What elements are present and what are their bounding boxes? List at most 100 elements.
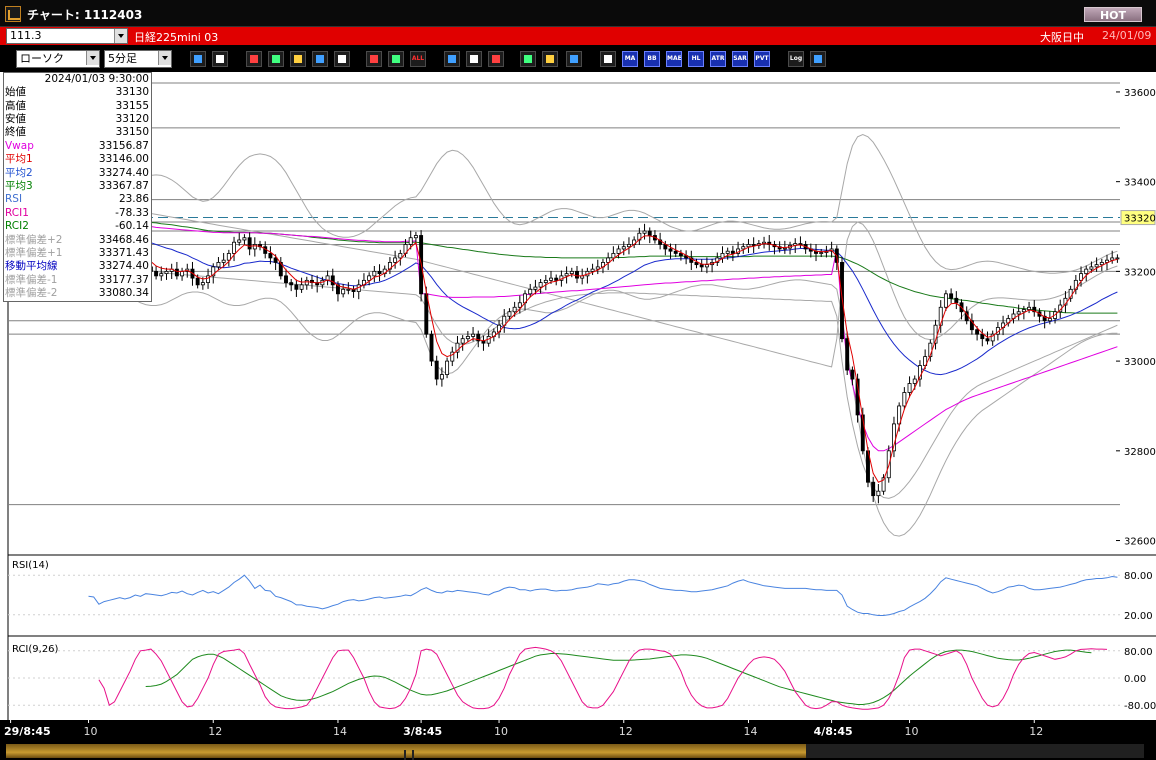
sar-button-label: SAR: [733, 55, 747, 62]
fit-button[interactable]: [246, 51, 262, 67]
layout-button[interactable]: [212, 51, 228, 67]
info-value: 33146.00: [98, 153, 149, 166]
info-value: -78.33: [115, 206, 149, 219]
price-chart[interactable]: 33320 33600 33400 33200 33000 32800 32600 RSI(1…: [0, 72, 1156, 720]
candle-body: [429, 333, 434, 362]
settings-button[interactable]: [520, 51, 536, 67]
candle-body: [512, 306, 517, 313]
split-button[interactable]: [312, 51, 328, 67]
candle-body: [538, 282, 543, 288]
candle-body: [694, 262, 699, 266]
scroll-track[interactable]: [806, 744, 1144, 758]
time-tick-label: 10: [905, 725, 919, 738]
candle-icon: [392, 55, 400, 63]
candle2-button[interactable]: [388, 51, 404, 67]
candle-body: [377, 270, 382, 275]
candle-body: [164, 270, 169, 275]
info-value: 33156.87: [98, 139, 149, 152]
info-value: -60.14: [115, 220, 149, 233]
color-button[interactable]: [566, 51, 582, 67]
candle-body: [1099, 262, 1104, 266]
chevron-down-icon[interactable]: [158, 51, 171, 65]
bar-button[interactable]: [290, 51, 306, 67]
candle-body: [200, 282, 205, 286]
candle-body: [902, 392, 907, 407]
tool-button[interactable]: [542, 51, 558, 67]
export-button[interactable]: [810, 51, 826, 67]
candle-body: [465, 336, 470, 340]
pen-button[interactable]: [444, 51, 460, 67]
info-label: 標準偏差+1: [5, 246, 63, 259]
chart-type-select[interactable]: ローソク: [16, 50, 100, 68]
pointer-button[interactable]: [466, 51, 482, 67]
hot-button[interactable]: HOT: [1084, 7, 1142, 22]
candle-body: [543, 279, 548, 283]
price-tick-label: 33200: [1124, 267, 1156, 278]
current-date: 24/01/09: [1102, 29, 1152, 42]
sar-button[interactable]: SAR: [732, 51, 748, 67]
info-row: 始値 33130: [4, 86, 151, 99]
export-icon: [814, 55, 822, 63]
candle-body: [242, 237, 247, 241]
ma-button[interactable]: MA: [622, 51, 638, 67]
candle-body: [845, 338, 850, 371]
candle-body: [1089, 266, 1094, 270]
scroll-thumb[interactable]: [6, 744, 806, 760]
chevron-down-icon[interactable]: [114, 29, 127, 43]
chevron-down-icon[interactable]: [86, 51, 99, 65]
hl-button[interactable]: HL: [688, 51, 704, 67]
candle-body: [1084, 268, 1089, 275]
candle-body: [398, 253, 403, 259]
all-button-label: ALL: [411, 55, 425, 62]
candle-body: [533, 286, 538, 290]
candle-body: [554, 277, 559, 281]
candle-body: [1115, 257, 1120, 260]
atr-button[interactable]: ATR: [710, 51, 726, 67]
search-button[interactable]: [268, 51, 284, 67]
info-label: 平均1: [5, 153, 33, 166]
info-value: 33080.34: [98, 287, 149, 300]
candle-body: [330, 275, 335, 286]
candle-button[interactable]: [366, 51, 382, 67]
bb-upper-line: [10, 134, 1118, 274]
undo-button[interactable]: [488, 51, 504, 67]
grid-button[interactable]: [600, 51, 616, 67]
grid-icon: [604, 55, 612, 63]
price-tick-label: 32600: [1124, 537, 1156, 548]
candle-body: [413, 235, 418, 239]
info-value: 23.86: [118, 193, 149, 206]
chart-area[interactable]: 33320 33600 33400 33200 33000 32800 32600 RSI(1…: [0, 72, 1156, 720]
cursor-button[interactable]: [334, 51, 350, 67]
info-label: 平均2: [5, 166, 33, 179]
zoom-button[interactable]: [190, 51, 206, 67]
candle-body: [247, 237, 252, 250]
mae-button[interactable]: MAE: [666, 51, 682, 67]
horizontal-scrollbar[interactable]: [0, 740, 1156, 760]
undo-icon: [492, 55, 500, 63]
atr-button-label: ATR: [711, 55, 725, 62]
chart-app-icon: [5, 6, 21, 22]
symbol-select[interactable]: 111.3: [6, 28, 128, 44]
candle-icon: [370, 55, 378, 63]
bb-button[interactable]: BB: [644, 51, 660, 67]
candle-body: [159, 273, 164, 277]
price-tick-label: 33400: [1124, 178, 1156, 189]
candle-body: [751, 244, 756, 246]
candle-body: [1094, 264, 1099, 268]
all-button[interactable]: ALL: [410, 51, 426, 67]
info-row: 高値 33155: [4, 100, 151, 113]
time-tick-label: 10: [494, 725, 508, 738]
instrument-name: 日経225mini 03: [134, 31, 219, 44]
log-button[interactable]: Log: [788, 51, 804, 67]
candle-body: [621, 246, 626, 250]
interval-select[interactable]: 5分足: [104, 50, 172, 68]
time-tick-label: 12: [208, 725, 222, 738]
grip-icon[interactable]: [404, 750, 414, 760]
magnifier-icon: [194, 55, 202, 63]
pvt-button[interactable]: PVT: [754, 51, 770, 67]
chart-type-value: ローソク: [20, 52, 64, 65]
candle-body: [284, 275, 288, 283]
info-value: 33367.87: [98, 179, 149, 192]
info-value: 33177.37: [98, 273, 149, 286]
candle-body: [528, 288, 533, 295]
